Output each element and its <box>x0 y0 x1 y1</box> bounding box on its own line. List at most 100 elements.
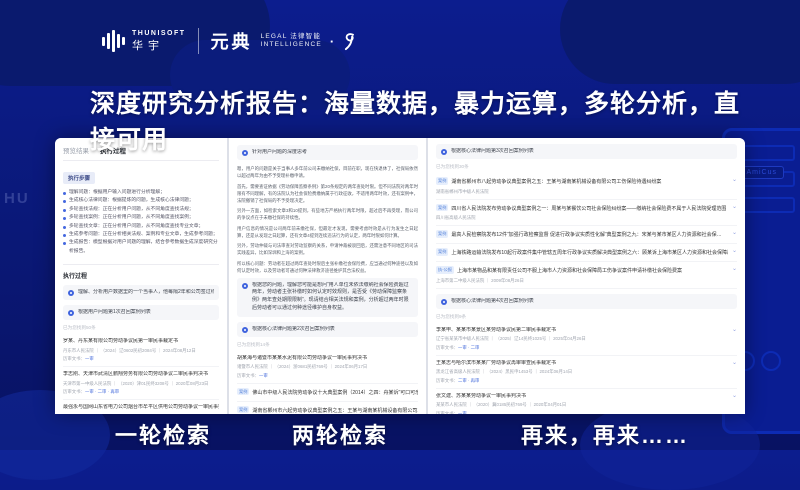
chevron-down-icon[interactable]: ⌄ <box>732 204 737 210</box>
case-title-text[interactable]: 王某志与哈尔滨市某某厂劳动争议再审审查民事裁定书 <box>436 360 556 366</box>
chevron-down-icon[interactable]: ⌄ <box>732 177 737 183</box>
background-text: HU <box>4 190 30 207</box>
case-row-main: 李某甲、某某市某景区某劳动争议民第二审民事裁定书 辽宁省某某市中级人民法院 ｜ … <box>436 327 728 351</box>
column-round1: 预览结果 执行过程 执行步骤 理解问题：根据用户输入问题进行分析理解； 生成核心… <box>55 138 227 414</box>
case-row[interactable]: 案例四川省人民法院发布劳动争议典型案例之一：周某与某餐饮公司社会保险纠纷案——缴… <box>436 200 737 227</box>
robot-label: AmiCus <box>739 166 784 179</box>
cloud-decoration <box>560 0 800 84</box>
history-links[interactable]: 一审 <box>85 356 94 361</box>
case-list-round3: 案例 湖南省郴州市八起劳动争议典型案例之五：王某与湖南某机械设备有限公司工伤保险待… <box>436 173 737 289</box>
case-title-text[interactable]: 最高人民检察院发布12件“加强行政检察监督 促进行政争议实质性化解”典型案例之九… <box>451 232 721 238</box>
case-title[interactable]: 执-公报上海市某物品和某有限责任公司不服上海市人力资源和社会保障局工伤争议案件申… <box>436 266 728 275</box>
tab-preview-result[interactable]: 预览结果 <box>63 145 89 155</box>
chevron-down-icon[interactable]: ⌄ <box>732 393 737 399</box>
case-tag: 案例 <box>237 388 249 396</box>
case-title[interactable]: 张文建、苏某某劳动争议一审民事判决书 <box>436 393 728 400</box>
case-title-text[interactable]: 胡某海与诸暨市某某水泥有限公司劳动争议一审民事判决书 <box>237 355 367 361</box>
case-title[interactable]: 案例湖南省郴州市八起劳动争议典型案例之五：王某与湖南某机械设备有限公司工伤保险待… <box>436 177 728 186</box>
case-title-text[interactable]: 罗某、丹东某有限公司劳动争议民第一审民事裁定书 <box>63 338 178 344</box>
case-title[interactable]: 胡某海与诸暨市某某水泥有限公司劳动争议一审民事判决书 <box>237 355 418 362</box>
bullet-icon <box>63 209 66 212</box>
case-meta: 湖南省郴州市中级人民法院 <box>436 189 728 195</box>
case-title-text[interactable]: 李志刚、天津市武清区鹏翔劳务有限公司劳动争议二审民事判决书 <box>63 371 208 377</box>
history-links[interactable]: 一审 <box>259 373 268 378</box>
case-row-main: 案例上海铁路运输法院发布10起行政案件集中管辖五周年行政争议实质解决典型案例之六… <box>436 248 728 257</box>
case-title-text[interactable]: 张文建、苏某某劳动争议一审民事判决书 <box>436 393 526 399</box>
case-tag: 案例 <box>436 248 448 256</box>
case-title-text[interactable]: 李某甲、某某市某景区某劳动争议民第二审民事裁定书 <box>436 327 556 333</box>
process-item-text: 理解、分析用户数据里的一个当事人，他每隔2年和公司签过线上社保协议，很遗憾没有获… <box>78 289 214 296</box>
case-row[interactable]: 胡某海与诸暨市某某水泥有限公司劳动争议一审民事判决书 诸暨市人民法院 ｜ （20… <box>237 351 418 384</box>
chevron-down-icon[interactable]: ⌄ <box>732 360 737 366</box>
case-row[interactable]: 最强永与国网山东省电力公司烟台市牟平区供电公司劳动争议一审民事判决书 烟台市牟平… <box>63 400 219 414</box>
case-title-text[interactable]: 湖南省郴州市六起劳动争议典型案例之五：王某与湖南某机械设备有限公司工伤保险待遇纠… <box>252 408 418 414</box>
case-row-main: 案例湖南省郴州市六起劳动争议典型案例之五：王某与湖南某机械设备有限公司工伤保险待… <box>237 406 418 414</box>
case-row[interactable]: 案例湖南省郴州市六起劳动争议典型案例之五：王某与湖南某机械设备有限公司工伤保险待… <box>237 402 418 414</box>
chevron-down-icon[interactable]: ⌄ <box>732 248 737 254</box>
product-tagline: LEGAL 法律智能 INTELLIGENCE <box>261 33 322 49</box>
found-count: 已为您找到9条 <box>436 314 737 320</box>
tagline-line1: LEGAL 法律智能 <box>261 33 322 41</box>
interpretation-item[interactable]: 根据您的问题，理解您可能是想问“用人单位未依法缴纳社会保险费超过两年，劳动者主张… <box>237 278 418 317</box>
screenshot-panel: 预览结果 执行过程 执行步骤 理解问题：根据用户输入问题进行分析理解； 生成核心… <box>55 138 745 414</box>
case-list-round1: 罗某、丹东某有限公司劳动争议民第一审民事裁定书 丹东市人民法院 ｜ （2024）… <box>63 334 219 414</box>
bullet-icon <box>63 226 66 229</box>
recall-header-4[interactable]: 根据核心法律问题第4次召回案例列表 <box>436 294 737 309</box>
history-links[interactable]: 一审 · 二审 · 再审 <box>85 389 119 394</box>
case-row[interactable]: 案例佛山市中级人民法院劳动争议十大典型案例（2014）之四：舟某诉“可口可乐”饮… <box>237 384 418 402</box>
brand-dot: · <box>330 34 334 49</box>
process-item[interactable]: 理解、分析用户数据里的一个当事人，他每隔2年和公司签过线上社保协议，很遗憾没有获… <box>63 285 219 300</box>
mascot-swirl-icon <box>342 32 359 51</box>
history-links[interactable]: 二审 · 再审 <box>458 378 479 383</box>
case-title[interactable]: 案例最高人民检察院发布12件“加强行政检察监督 促进行政争议实质性化解”典型案例… <box>436 230 728 239</box>
case-title[interactable]: 案例四川省人民法院发布劳动争议典型案例之一：周某与某餐饮公司社会保险纠纷案——缴… <box>436 204 728 213</box>
case-row[interactable]: 李志刚、天津市武清区鹏翔劳务有限公司劳动争议二审民事判决书 天津市第一中级人民法… <box>63 367 219 400</box>
process-section-header: 执行过程 <box>63 264 219 280</box>
case-title[interactable]: 王某志与哈尔滨市某某厂劳动争议再审审查民事裁定书 <box>436 360 728 367</box>
case-title-text[interactable]: 上海铁路运输法院发布10起行政案件集中管辖五周年行政争议实质解决典型案例之六：顾… <box>451 250 728 256</box>
case-row[interactable]: 张文建、苏某某劳动争议一审民事判决书 某某市人民法院 ｜ （2020）冀0185… <box>436 389 737 415</box>
case-row[interactable]: 李某甲、某某市某景区某劳动争议民第二审民事裁定书 辽宁省某某市中级人民法院 ｜ … <box>436 323 737 356</box>
case-title-text[interactable]: 湖南省郴州市八起劳动争议典型案例之五：王某与湖南某机械设备有限公司工伤保险待遇纠… <box>451 179 661 185</box>
history-links[interactable]: 一审 · 二审 <box>458 345 479 350</box>
case-title[interactable]: 李志刚、天津市武清区鹏翔劳务有限公司劳动争议二审民事判决书 <box>63 371 219 378</box>
case-tag: 执-公报 <box>436 266 454 274</box>
recall-header-2[interactable]: 根据核心法律问题第2次召回案例列表 <box>237 322 418 337</box>
case-title[interactable]: 李某甲、某某市某景区某劳动争议民第二审民事裁定书 <box>436 327 728 334</box>
steps-list: 理解问题：根据用户输入问题进行分析理解； 生成核心法律问题：根据提炼的问题，生成… <box>63 189 219 256</box>
case-row[interactable]: 案例上海铁路运输法院发布10起行政案件集中管辖五周年行政争议实质解决典型案例之六… <box>436 244 737 262</box>
thinking-paragraph: 嗯，用户的问题是关于当事人多年前公司未缴纳社保，目前在职，现在快退休了，社保局依… <box>237 165 418 179</box>
agent-step-icon <box>242 283 248 289</box>
case-history: 历审文书：一审 · 二审 · 再审 <box>63 389 219 395</box>
case-title[interactable]: 案例湖南省郴州市六起劳动争议典型案例之五：王某与湖南某机械设备有限公司工伤保险待… <box>237 406 418 414</box>
chevron-down-icon[interactable]: ⌄ <box>732 230 737 236</box>
case-title-text[interactable]: 四川省人民法院发布劳动争议典型案例之一：周某与某餐饮公司社会保险纠纷案——缴纳社… <box>451 206 726 212</box>
step-text: 多轮查找法规：正在分析用户问题，从不同角度查找法规； <box>69 206 194 214</box>
case-tag: 案例 <box>436 204 448 212</box>
case-list-round2: 胡某海与诸暨市某某水泥有限公司劳动争议一审民事判决书 诸暨市人民法院 ｜ （20… <box>237 351 418 414</box>
chevron-down-icon[interactable]: ⌄ <box>732 266 737 272</box>
case-meta: 某某市人民法院 ｜ （2020）冀0185民初769号 ｜ 2020年04月01… <box>436 402 728 408</box>
process-item[interactable]: 根据用户问题第1次召回案例列表 <box>63 305 219 320</box>
case-title[interactable]: 最强永与国网山东省电力公司烟台市牟平区供电公司劳动争议一审民事判决书 <box>63 404 219 411</box>
case-row[interactable]: 罗某、丹东某有限公司劳动争议民第一审民事裁定书 丹东市人民法院 ｜ （2024）… <box>63 334 219 367</box>
history-label: 历审文书： <box>436 378 458 383</box>
history-label: 历审文书： <box>436 411 458 415</box>
case-title-text[interactable]: 上海市某物品和某有限责任公司不服上海市人力资源和社会保障局工伤争议案件申请补缴社… <box>457 268 682 274</box>
caption-more: 再来，再来…… <box>490 418 720 450</box>
case-row[interactable]: 王某志与哈尔滨市某某厂劳动争议再审审查民事裁定书 黑龙江省高级人民法院 ｜ （2… <box>436 356 737 389</box>
case-row[interactable]: 案例最高人民检察院发布12件“加强行政检察监督 促进行政争议实质性化解”典型案例… <box>436 226 737 244</box>
case-title-text[interactable]: 佛山市中级人民法院劳动争议十大典型案例（2014）之四：舟某诉“可口可乐”饮料厂… <box>252 390 418 396</box>
case-row[interactable]: 案例湖南省郴州市八起劳动争议典型案例之五：王某与湖南某机械设备有限公司工伤保险待… <box>436 173 737 200</box>
case-title-text[interactable]: 最强永与国网山东省电力公司烟台市牟平区供电公司劳动争议一审民事判决书 <box>63 404 219 410</box>
case-title[interactable]: 案例上海铁路运输法院发布10起行政案件集中管辖五周年行政争议实质解决典型案例之六… <box>436 248 728 257</box>
recall-header-text: 根据核心法律问题第2次召回案例列表 <box>252 326 335 333</box>
case-title[interactable]: 案例佛山市中级人民法院劳动争议十大典型案例（2014）之四：舟某诉“可口可乐”饮… <box>237 388 418 397</box>
chevron-down-icon[interactable]: ⌄ <box>732 327 737 333</box>
product-name: 元典 <box>211 28 253 54</box>
case-row[interactable]: 执-公报上海市某物品和某有限责任公司不服上海市人力资源和社会保障局工伤争议案件申… <box>436 262 737 289</box>
slide-title: 深度研究分析报告：海量数据，暴力运算，多轮分析，直接可用 <box>90 84 750 156</box>
case-title[interactable]: 罗某、丹东某有限公司劳动争议民第一审民事裁定书 <box>63 338 219 345</box>
history-links[interactable]: 一审 <box>458 411 467 415</box>
history-label: 历审文书： <box>63 356 85 361</box>
